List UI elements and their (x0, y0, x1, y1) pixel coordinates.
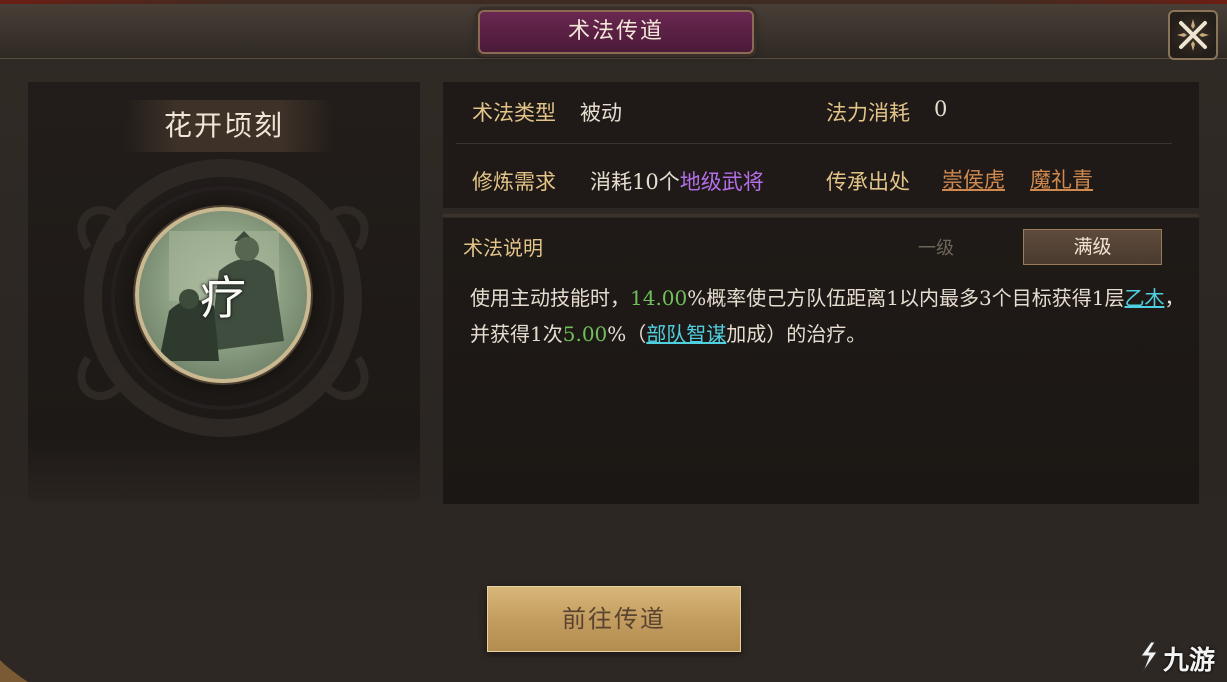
info-divider (456, 143, 1172, 144)
source-link-2[interactable]: 魔礼青 (1030, 164, 1093, 194)
go-teach-button[interactable]: 前往传道 (487, 586, 741, 652)
description-label: 术法说明 (463, 236, 543, 260)
desc-link-yimu[interactable]: 乙木 (1124, 286, 1164, 310)
requirement-label: 修炼需求 (472, 170, 556, 194)
desc-part: %（ (607, 322, 647, 346)
desc-heal-value: 5.00 (562, 322, 608, 346)
source-link-1[interactable]: 崇侯虎 (942, 164, 1005, 194)
level-max-tab[interactable]: 满级 (1023, 229, 1162, 265)
watermark-logo: 九游 (1135, 636, 1225, 680)
type-label: 术法类型 (472, 101, 556, 125)
requirement-prefix: 消耗10个 (590, 170, 680, 194)
skill-name: 花开顷刻 (163, 109, 284, 142)
title-bar-edge (0, 0, 1227, 4)
watermark-text: 九游 (1163, 646, 1216, 676)
source-label: 传承出处 (826, 170, 910, 194)
requirement-highlight: 地级武将 (679, 170, 764, 194)
type-value: 被动 (580, 101, 622, 125)
desc-part: 使用主动技能时， (470, 286, 630, 310)
cost-label: 法力消耗 (826, 101, 910, 125)
close-icon (1177, 19, 1209, 51)
corner-ornament (0, 660, 28, 682)
description-divider (443, 214, 1199, 217)
desc-chance-value: 14.00 (630, 286, 688, 310)
watermark-icon (1140, 641, 1158, 673)
requirement-value: 消耗10个地级武将 (590, 166, 764, 196)
skill-icon-glyph: 疗 (200, 271, 246, 325)
level-one-tab[interactable]: 一级 (918, 234, 954, 260)
cost-value: 0 (934, 97, 948, 121)
description-text: 使用主动技能时，14.00%概率使己方队伍距离1以内最多3个目标获得1层乙木，并… (470, 280, 1185, 352)
close-button[interactable] (1168, 10, 1218, 60)
desc-part: 加成）的治疗。 (726, 322, 867, 346)
desc-part: %概率使己方队伍距离1以内最多3个目标获得1层 (687, 286, 1125, 310)
dialog-title: 术法传道 (567, 19, 664, 44)
desc-link-intelligence[interactable]: 部队智谋 (646, 322, 726, 346)
